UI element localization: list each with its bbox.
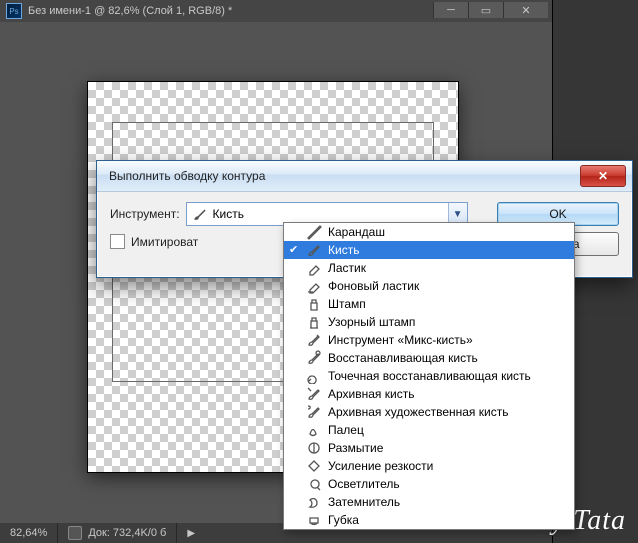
tool-option[interactable]: ✔Фоновый ластик — [284, 277, 574, 295]
tool-option[interactable]: ✔Ластик — [284, 259, 574, 277]
zoom-field[interactable]: 82,64% — [0, 523, 58, 543]
tool-option[interactable]: ✔ Кисть — [284, 241, 574, 259]
tool-icon — [306, 278, 322, 294]
tool-option-label: Фоновый ластик — [328, 279, 419, 293]
tool-icon — [306, 368, 322, 384]
tool-option-label: Палец — [328, 423, 364, 437]
tool-option[interactable]: ✔Губка — [284, 511, 574, 529]
tool-dropdown[interactable]: ✔Карандаш ✔ Кисть ✔Ластик✔Фоновый ластик✔Шт… — [283, 222, 575, 530]
tool-option[interactable]: ✔Точечная восстанавливающая кисть — [284, 367, 574, 385]
doc-info-icon — [68, 526, 82, 540]
tool-option-label: Штамп — [328, 297, 366, 311]
tool-icon — [306, 224, 322, 240]
tool-icon — [306, 476, 322, 492]
dialog-titlebar[interactable]: Выполнить обводку контура ✕ — [97, 161, 632, 192]
tool-combo-value: Кисть — [213, 207, 448, 221]
tool-option-label: Ластик — [328, 261, 366, 275]
document-titlebar[interactable]: Ps Без имени-1 @ 82,6% (Слой 1, RGB/8) *… — [0, 0, 552, 22]
instrument-label: Инструмент: — [110, 207, 180, 221]
doc-info-value: Док: 732,4K/0 б — [88, 527, 166, 539]
document-title: Без имени-1 @ 82,6% (Слой 1, RGB/8) * — [28, 5, 232, 17]
tool-option-label: Кисть — [328, 243, 359, 257]
tool-option[interactable]: ✔Карандаш — [284, 223, 574, 241]
tool-option[interactable]: ✔Усиление резкости — [284, 457, 574, 475]
tool-option-label: Архивная кисть — [328, 387, 414, 401]
ps-logo-icon: Ps — [6, 3, 22, 19]
tool-option[interactable]: ✔Затемнитель — [284, 493, 574, 511]
tool-icon — [306, 314, 322, 330]
tool-option[interactable]: ✔Узорный штамп — [284, 313, 574, 331]
tool-option[interactable]: ✔Палец — [284, 421, 574, 439]
tool-option-label: Затемнитель — [328, 495, 400, 509]
tool-option[interactable]: ✔Восстанавливающая кисть — [284, 349, 574, 367]
tool-option[interactable]: ✔Размытие — [284, 439, 574, 457]
tool-option[interactable]: ✔Осветлитель — [284, 475, 574, 493]
tool-option[interactable]: ✔Инструмент «Микс-кисть» — [284, 331, 574, 349]
tool-icon — [306, 494, 322, 510]
brush-icon — [191, 205, 209, 223]
dialog-close-button[interactable]: ✕ — [580, 165, 626, 187]
tool-icon — [306, 404, 322, 420]
check-icon: ✔ — [289, 243, 301, 255]
tool-icon — [306, 386, 322, 402]
tool-option[interactable]: ✔Архивная художественная кисть — [284, 403, 574, 421]
window-buttons: ─ ▭ ✕ — [433, 2, 548, 18]
tool-option-label: Карандаш — [328, 225, 385, 239]
tool-option-label: Усиление резкости — [328, 459, 433, 473]
tool-option-label: Архивная художественная кисть — [328, 405, 508, 419]
tool-icon — [306, 458, 322, 474]
tool-option-label: Осветлитель — [328, 477, 400, 491]
tool-icon — [306, 260, 322, 276]
tool-icon — [306, 242, 322, 258]
simulate-label: Имитироват — [131, 235, 198, 249]
tool-option-label: Узорный штамп — [328, 315, 415, 329]
tool-icon — [306, 440, 322, 456]
tool-option-label: Губка — [328, 513, 359, 527]
minimize-button[interactable]: ─ — [433, 2, 468, 18]
ok-button-label: OK — [549, 207, 566, 221]
tool-icon — [306, 422, 322, 438]
simulate-checkbox[interactable] — [110, 234, 125, 249]
maximize-button[interactable]: ▭ — [468, 2, 503, 18]
dialog-title: Выполнить обводку контура — [109, 169, 265, 183]
tool-icon — [306, 296, 322, 312]
zoom-value: 82,64% — [10, 527, 47, 539]
doc-info-field[interactable]: Док: 732,4K/0 б — [58, 523, 177, 543]
tool-icon — [306, 512, 322, 528]
tool-option-label: Восстанавливающая кисть — [328, 351, 478, 365]
tool-icon — [306, 332, 322, 348]
tool-icon — [306, 350, 322, 366]
tool-option-label: Точечная восстанавливающая кисть — [328, 369, 531, 383]
close-button[interactable]: ✕ — [503, 2, 548, 18]
tool-option[interactable]: ✔Архивная кисть — [284, 385, 574, 403]
tool-option-label: Инструмент «Микс-кисть» — [328, 333, 473, 347]
tool-option-label: Размытие — [328, 441, 383, 455]
tool-option[interactable]: ✔Штамп — [284, 295, 574, 313]
